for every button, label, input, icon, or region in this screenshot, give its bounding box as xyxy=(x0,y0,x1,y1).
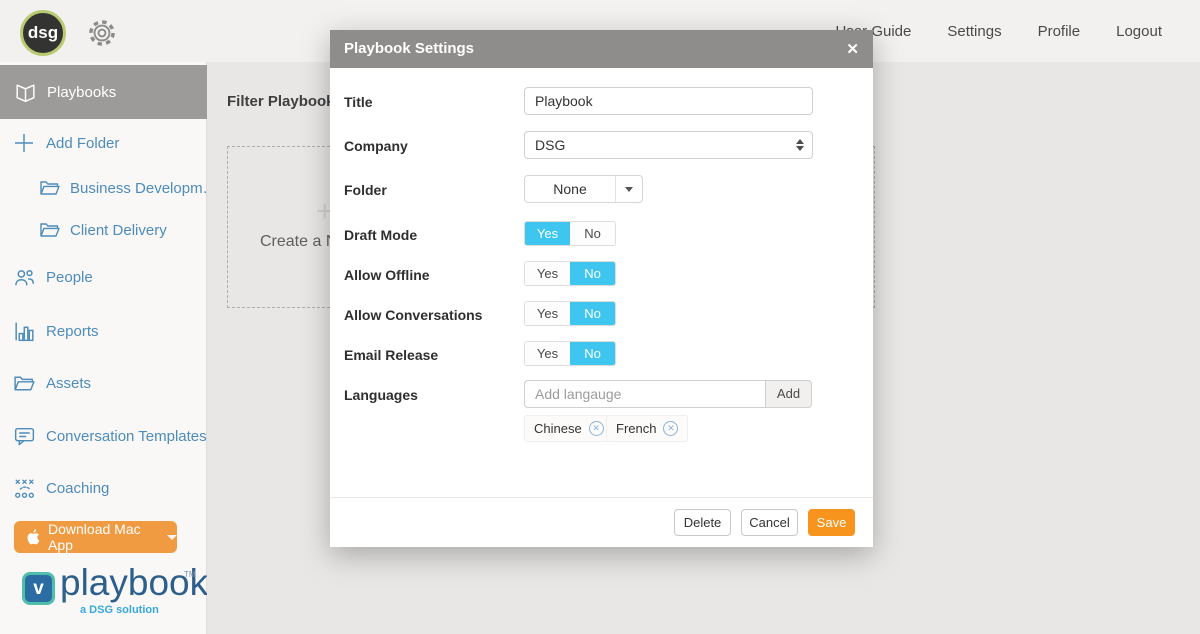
apple-icon xyxy=(26,529,40,545)
sidebar: Playbooks Add Folder Business Developm… … xyxy=(0,62,207,634)
sidebar-item-playbooks[interactable]: Playbooks xyxy=(0,65,207,119)
sidebar-item-label: Coaching xyxy=(46,480,109,497)
sidebar-item-label: People xyxy=(46,269,93,286)
bar-chart-icon xyxy=(12,319,37,344)
dsg-logo-text: dsg xyxy=(28,23,58,43)
language-tag-french: French ✕ xyxy=(606,415,688,442)
delete-button[interactable]: Delete xyxy=(674,509,731,536)
nav-profile[interactable]: Profile xyxy=(1038,23,1081,40)
vplaybook-logo: v playbook TM a DSG solution xyxy=(22,568,192,624)
modal-footer: Delete Cancel Save xyxy=(330,497,873,547)
playbook-settings-modal: Playbook Settings ✕ Title Company Folder… xyxy=(330,30,873,547)
company-select[interactable]: DSG xyxy=(524,131,813,159)
languages-label: Languages xyxy=(344,387,418,403)
open-book-icon xyxy=(13,80,38,105)
filter-playbooks-label: Filter Playbooks xyxy=(227,93,343,110)
remove-tag-icon[interactable]: ✕ xyxy=(589,421,604,436)
draft-mode-no-button[interactable]: No xyxy=(570,222,615,245)
allow-offline-label: Allow Offline xyxy=(344,267,430,283)
allow-conversations-label: Allow Conversations xyxy=(344,307,482,323)
sidebar-item-reports[interactable]: Reports xyxy=(0,316,207,346)
email-release-toggle: Yes No xyxy=(524,341,616,366)
speech-bubble-icon xyxy=(12,424,37,449)
sidebar-folder-client-delivery[interactable]: Client Delivery xyxy=(0,215,207,245)
chevron-down-icon[interactable] xyxy=(615,176,642,202)
sidebar-item-label: Client Delivery xyxy=(70,222,167,239)
draft-mode-yes-button[interactable]: Yes xyxy=(525,222,570,245)
save-button[interactable]: Save xyxy=(808,509,855,536)
email-release-label: Email Release xyxy=(344,347,438,363)
allow-conversations-no-button[interactable]: No xyxy=(570,302,615,325)
email-release-yes-button[interactable]: Yes xyxy=(525,342,570,365)
folder-icon xyxy=(38,218,62,242)
company-select-value: DSG xyxy=(535,137,565,153)
nav-settings[interactable]: Settings xyxy=(947,23,1001,40)
sidebar-item-coaching[interactable]: Coaching xyxy=(0,473,207,503)
allow-offline-toggle: Yes No xyxy=(524,261,616,286)
remove-tag-icon[interactable]: ✕ xyxy=(663,421,678,436)
folder-dropdown-value: None xyxy=(525,176,615,202)
sidebar-item-assets[interactable]: Assets xyxy=(0,368,207,398)
folder-dropdown[interactable]: None xyxy=(524,175,643,203)
sidebar-item-label: Conversation Templates xyxy=(46,428,207,445)
email-release-no-button[interactable]: No xyxy=(570,342,615,365)
sidebar-item-add-folder[interactable]: Add Folder xyxy=(0,128,207,158)
coaching-playbook-icon xyxy=(12,476,37,501)
people-icon xyxy=(12,265,37,290)
download-button-label: Download Mac App xyxy=(48,521,155,553)
gear-icon[interactable] xyxy=(84,15,120,51)
sidebar-item-label: Playbooks xyxy=(47,84,116,101)
vplaybook-wordmark: playbook xyxy=(60,562,208,604)
sidebar-folder-business-development[interactable]: Business Developm… xyxy=(0,173,207,203)
language-tag-chinese: Chinese ✕ xyxy=(524,415,614,442)
chevron-down-icon xyxy=(167,535,177,540)
sidebar-item-label: Add Folder xyxy=(46,135,119,152)
title-label: Title xyxy=(344,94,373,110)
modal-header: Playbook Settings ✕ xyxy=(330,30,873,68)
language-tag-label: Chinese xyxy=(534,421,582,436)
sidebar-item-label: Reports xyxy=(46,323,99,340)
allow-offline-yes-button[interactable]: Yes xyxy=(525,262,570,285)
vplaybook-v-mark: v xyxy=(22,572,55,605)
add-language-input[interactable] xyxy=(524,380,766,408)
modal-title: Playbook Settings xyxy=(344,40,474,57)
sidebar-item-conversation-templates[interactable]: Conversation Templates xyxy=(0,421,207,451)
cancel-button[interactable]: Cancel xyxy=(741,509,798,536)
top-navigation: User Guide Settings Profile Logout xyxy=(836,0,1163,62)
allow-conversations-toggle: Yes No xyxy=(524,301,616,326)
draft-mode-label: Draft Mode xyxy=(344,227,417,243)
plus-icon xyxy=(12,131,36,155)
allow-conversations-yes-button[interactable]: Yes xyxy=(525,302,570,325)
draft-mode-toggle: Yes No xyxy=(524,221,616,246)
language-tag-label: French xyxy=(616,421,656,436)
close-icon[interactable]: ✕ xyxy=(846,40,859,58)
nav-logout[interactable]: Logout xyxy=(1116,23,1162,40)
folder-icon xyxy=(12,371,37,396)
title-input[interactable] xyxy=(524,87,813,115)
vplaybook-tagline: a DSG solution xyxy=(80,604,159,616)
allow-offline-no-button[interactable]: No xyxy=(570,262,615,285)
folder-label: Folder xyxy=(344,182,387,198)
company-label: Company xyxy=(344,138,408,154)
sidebar-item-people[interactable]: People xyxy=(0,262,207,292)
download-mac-app-button[interactable]: Download Mac App xyxy=(14,521,177,553)
sidebar-item-label: Business Developm… xyxy=(70,180,218,197)
add-language-button[interactable]: Add xyxy=(765,380,812,408)
dsg-logo[interactable]: dsg xyxy=(20,10,66,56)
select-arrows-icon xyxy=(796,139,804,151)
trademark-symbol: TM xyxy=(184,570,196,579)
sidebar-item-label: Assets xyxy=(46,375,91,392)
folder-icon xyxy=(38,176,62,200)
